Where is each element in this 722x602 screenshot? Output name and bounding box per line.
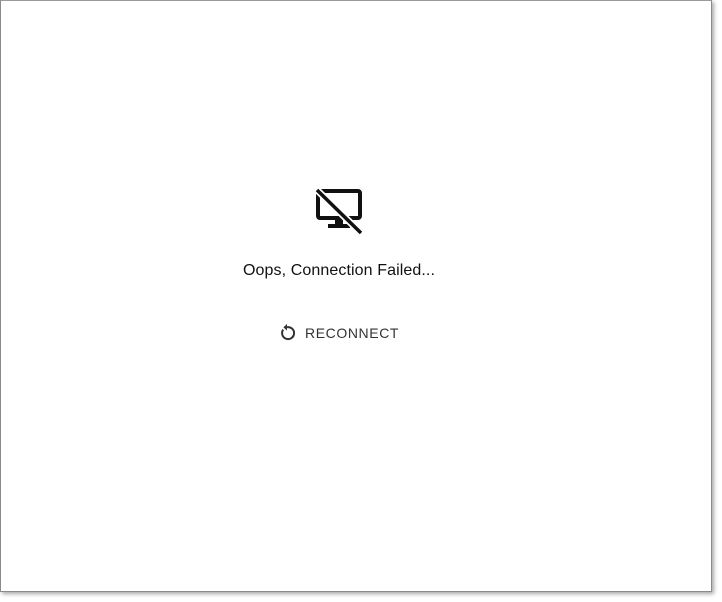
reconnect-button[interactable]: RECONNECT — [271, 317, 407, 349]
connection-failed-panel: Oops, Connection Failed... RECONNECT — [1, 1, 711, 591]
error-message: Oops, Connection Failed... — [242, 262, 436, 279]
reconnect-label: RECONNECT — [305, 325, 400, 341]
app-window: Oops, Connection Failed... RECONNECT — [0, 0, 712, 592]
monitor-off-icon — [313, 186, 365, 236]
refresh-icon — [277, 323, 297, 343]
